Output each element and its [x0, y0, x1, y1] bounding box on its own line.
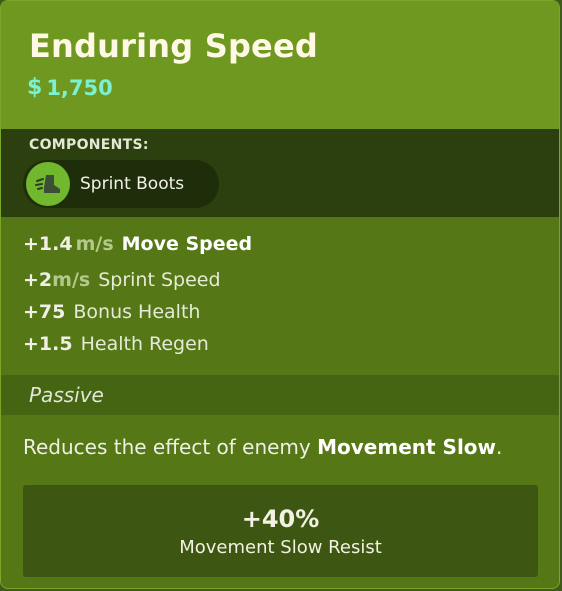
stat-value: 1.5: [38, 333, 73, 355]
component-sprint-boots[interactable]: Sprint Boots: [23, 160, 219, 208]
item-tooltip-card: Enduring Speed $ 1,750 COMPONENTS: Sprin…: [0, 0, 560, 589]
stat-bonus-health: + 75 Bonus Health: [23, 301, 200, 323]
stat-plus: +: [23, 233, 39, 255]
desc-highlight: Movement Slow: [317, 435, 497, 459]
stat-value: 75: [38, 301, 66, 323]
desc-prefix: Reduces the effect of enemy: [23, 435, 318, 459]
stat-plus: +: [23, 333, 39, 355]
stat-label: Move Speed: [121, 233, 253, 255]
stat-label: Sprint Speed: [98, 269, 221, 291]
stat-value: 1.4: [38, 233, 73, 255]
stat-label: Bonus Health: [73, 301, 201, 323]
item-header: Enduring Speed $ 1,750: [1, 1, 559, 129]
desc-suffix: .: [496, 435, 503, 459]
stat-unit: m/s: [75, 233, 114, 255]
stat-sprint-speed: + 2 m/s Sprint Speed: [23, 269, 221, 291]
boot-icon: [26, 162, 70, 206]
passive-description: Reduces the effect of enemy Movement Slo…: [23, 435, 502, 459]
stat-plus: +: [23, 301, 39, 323]
stat-plus: +: [23, 269, 39, 291]
stat-unit: m/s: [52, 269, 91, 291]
resist-box: +40% Movement Slow Resist: [23, 485, 538, 577]
stat-health-regen: + 1.5 Health Regen: [23, 333, 209, 355]
component-name: Sprint Boots: [80, 174, 185, 194]
resist-label: Movement Slow Resist: [179, 537, 382, 558]
resist-value: +40%: [241, 505, 320, 533]
components-label: COMPONENTS:: [29, 137, 149, 153]
passive-title: Passive: [29, 383, 104, 407]
stat-label: Health Regen: [80, 333, 209, 355]
stat-move-speed: + 1.4 m/s Move Speed: [23, 233, 252, 255]
currency-icon: $: [27, 75, 43, 100]
item-title: Enduring Speed: [29, 27, 318, 65]
item-cost: $ 1,750: [27, 75, 113, 100]
stat-value: 2: [38, 269, 53, 291]
item-cost-value: 1,750: [46, 75, 113, 100]
